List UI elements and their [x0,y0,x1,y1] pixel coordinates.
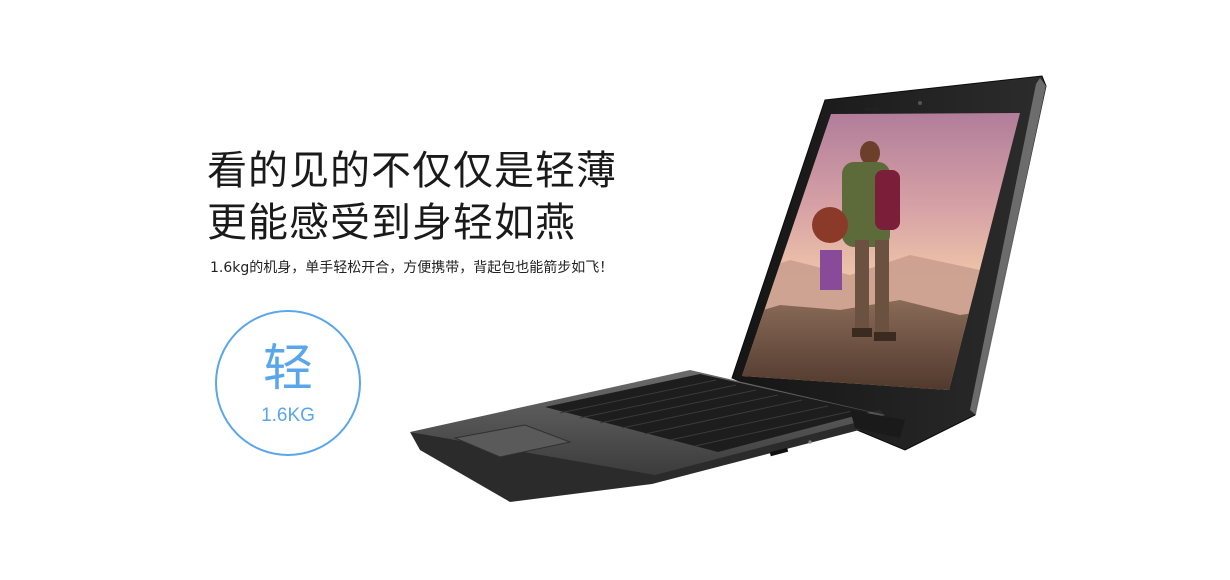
badge-character: 轻 [263,339,313,397]
laptop-image [410,75,1047,502]
badge-weight-label: 1.6KG [261,405,315,426]
weight-badge: 轻 1.6KG [215,310,361,456]
product-feature-banner: 看的见的不仅仅是轻薄 更能感受到身轻如燕 1.6kg的机身，单手轻松开合，方便携… [0,0,1230,580]
